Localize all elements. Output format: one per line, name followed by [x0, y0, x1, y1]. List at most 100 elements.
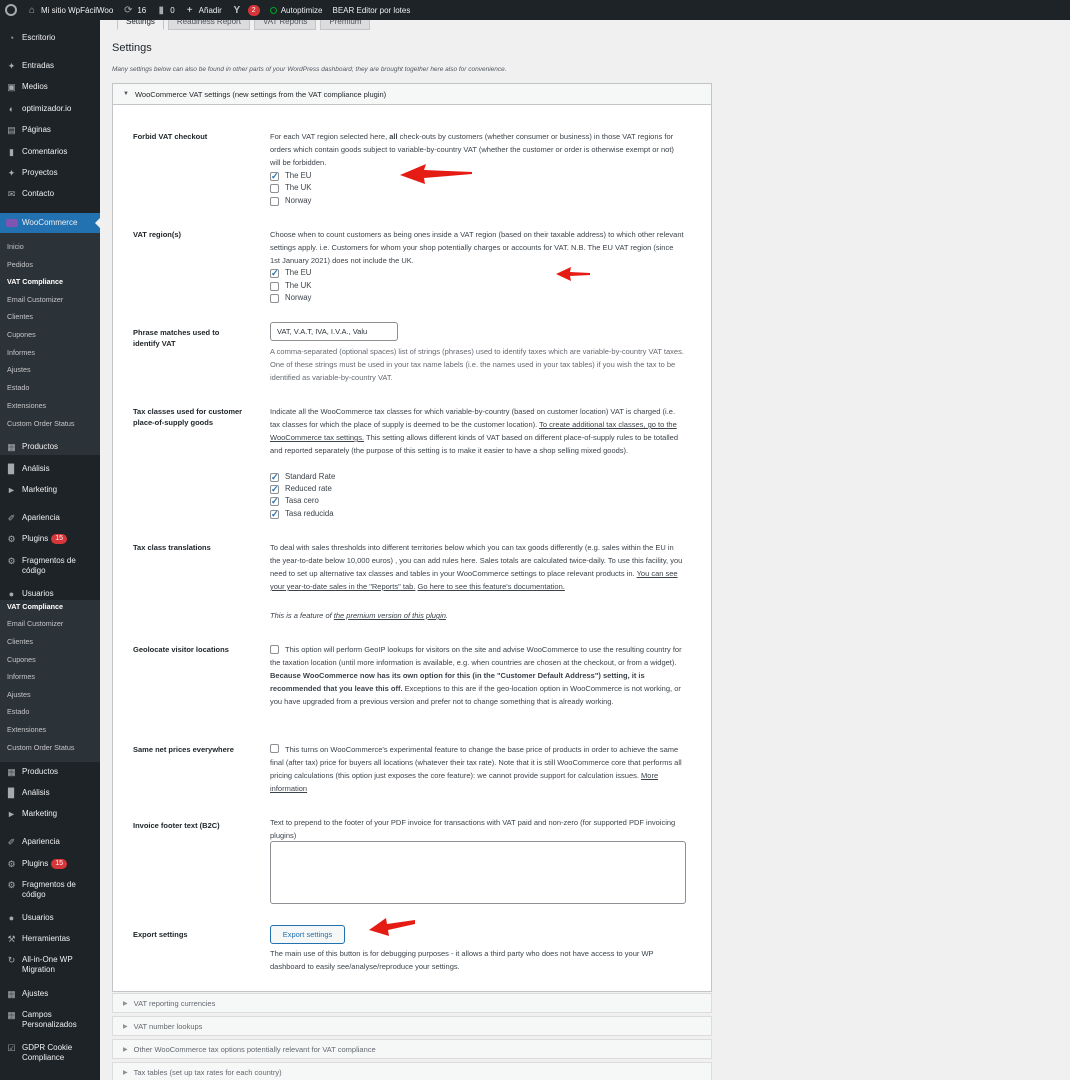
checkbox-label: The UK: [285, 183, 312, 192]
new-content-link[interactable]: + Añadir: [180, 0, 227, 20]
admin-sidebar: ◔ Escritorio ✦ Entradas ▣ Medios ◐ optimizad…: [0, 20, 100, 1080]
comments-link[interactable]: ▮ 0: [151, 0, 179, 20]
sidebar-item-fragmentos-2[interactable]: ⚙ Fragmentos de código: [0, 880, 100, 900]
section-vat-number-lookups[interactable]: ▶ VAT number lookups: [112, 1016, 712, 1036]
sidebar-label: Apariencia: [22, 837, 60, 846]
export-settings-button[interactable]: Export settings: [270, 925, 345, 944]
submenu-item[interactable]: Custom Order Status: [7, 419, 75, 428]
checkbox[interactable]: [270, 508, 279, 520]
sidebar-item-escritorio[interactable]: ◔ Escritorio: [0, 33, 100, 43]
section-other-tax-options[interactable]: ▶ Other WooCommerce tax options potential…: [112, 1039, 712, 1059]
submenu-item[interactable]: Informes: [7, 348, 35, 357]
checkbox-icon: ☑: [7, 1043, 16, 1053]
submenu-item[interactable]: Custom Order Status: [7, 743, 75, 752]
yoast-icon: Y: [233, 4, 241, 16]
forbid-eu-checkbox[interactable]: The EU: [270, 170, 311, 182]
submenu-item[interactable]: Clientes: [7, 312, 33, 321]
vat-region-description: Choose when to count customers as being …: [270, 230, 684, 265]
sidebar-item-fragmentos[interactable]: ⚙ Fragmentos de código: [0, 556, 100, 576]
checkbox[interactable]: [270, 483, 279, 495]
standard-rate-checkbox[interactable]: Standard Rate: [270, 471, 335, 483]
reduced-rate-checkbox[interactable]: Reduced rate: [270, 483, 332, 495]
bear-label: BEAR Editor por lotes: [332, 5, 411, 15]
sidebar-item-productos[interactable]: ▦ Productos: [0, 442, 100, 452]
sidebar-item-woocommerce[interactable]: WooCommerce: [0, 213, 100, 233]
premium-link[interactable]: the premium version of this plugin: [334, 611, 446, 620]
submenu-item[interactable]: Ajustes: [7, 690, 31, 699]
bear-link[interactable]: BEAR Editor por lotes: [328, 0, 416, 20]
submenu-item[interactable]: Cupones: [7, 655, 36, 664]
section-tax-tables[interactable]: ▶ Tax tables (set up tax rates for each c…: [112, 1062, 712, 1080]
submenu-item[interactable]: Email Customizer: [7, 295, 63, 304]
sidebar-label: Ajustes: [22, 989, 49, 998]
sidebar-item-entradas[interactable]: ✦ Entradas: [0, 61, 100, 71]
sidebar-item-marketing-2[interactable]: ► Marketing: [0, 809, 100, 819]
checkbox[interactable]: [270, 495, 279, 507]
checkbox[interactable]: [270, 471, 279, 483]
submenu-item[interactable]: Informes: [7, 672, 35, 681]
site-name-link[interactable]: ⌂ Mi sitio WpFácilWoo: [22, 0, 118, 20]
sidebar-item-proyectos[interactable]: ✦ Proyectos: [0, 168, 100, 178]
invoice-footer-textarea[interactable]: [270, 841, 686, 904]
region-eu-checkbox[interactable]: The EU: [270, 267, 311, 279]
sidebar-item-gdpr[interactable]: ☑ GDPR Cookie Compliance: [0, 1043, 100, 1063]
submenu-item[interactable]: Estado: [7, 707, 29, 716]
sidebar-item-productos-2[interactable]: ▦ Productos: [0, 767, 100, 777]
sidebar-item-analisis[interactable]: ▉ Análisis: [0, 464, 100, 474]
yoast-link[interactable]: Y2: [227, 0, 265, 20]
sidebar-item-campos[interactable]: ▦ Campos Personalizados: [0, 1010, 100, 1030]
documentation-link[interactable]: Go here to see this feature's documentat…: [418, 582, 565, 591]
checkbox[interactable]: [270, 196, 279, 206]
sidebar-item-analisis-2[interactable]: ▉ Análisis: [0, 788, 100, 798]
submenu-item[interactable]: Email Customizer: [7, 619, 63, 628]
checkbox[interactable]: [270, 293, 279, 303]
checkbox[interactable]: [270, 281, 279, 291]
sidebar-label: optimizador.io: [22, 104, 72, 113]
annotation-arrow: [400, 164, 472, 184]
annotation-arrow: [369, 918, 415, 936]
wordpress-logo-icon[interactable]: [0, 0, 22, 20]
submenu-item-active[interactable]: VAT Compliance: [7, 602, 63, 611]
sidebar-item-comentarios[interactable]: ▮ Comentarios: [0, 147, 100, 157]
submenu-item[interactable]: Extensiones: [7, 401, 46, 410]
sidebar-item-herramientas[interactable]: ⚒ Herramientas: [0, 934, 100, 944]
submenu-item[interactable]: Ajustes: [7, 365, 31, 374]
tasa-cero-checkbox[interactable]: Tasa cero: [270, 495, 319, 507]
section-vat-reporting-currencies[interactable]: ▶ VAT reporting currencies: [112, 993, 712, 1013]
submenu-item[interactable]: Pedidos: [7, 260, 33, 269]
submenu-item[interactable]: Cupones: [7, 330, 36, 339]
autoptimize-link[interactable]: Autoptimize: [265, 0, 328, 20]
sidebar-item-medios[interactable]: ▣ Medios: [0, 82, 100, 92]
sidebar-item-apariencia-2[interactable]: ✐ Apariencia: [0, 837, 100, 847]
megaphone-icon: ►: [7, 485, 16, 495]
submenu-item[interactable]: Inicio: [7, 242, 24, 251]
sidebar-item-usuarios[interactable]: ● Usuarios: [0, 589, 100, 599]
intro-text: Many settings below can also be found in…: [112, 66, 507, 73]
submenu-item-active[interactable]: VAT Compliance: [7, 277, 63, 286]
sidebar-item-ajustes[interactable]: ▦ Ajustes: [0, 989, 100, 999]
submenu-item[interactable]: Clientes: [7, 637, 33, 646]
forbid-norway-checkbox[interactable]: Norway: [270, 195, 311, 207]
checkbox[interactable]: [270, 170, 279, 182]
sidebar-item-migration[interactable]: ↻ All-in-One WP Migration: [0, 955, 100, 975]
sidebar-item-plugins[interactable]: ⚙ Plugins 15: [0, 534, 100, 544]
sidebar-item-contacto[interactable]: ✉ Contacto: [0, 189, 100, 199]
submenu-item[interactable]: Extensiones: [7, 725, 46, 734]
sidebar-item-optimizador[interactable]: ◐ optimizador.io: [0, 104, 100, 114]
region-norway-checkbox[interactable]: Norway: [270, 292, 311, 304]
forbid-uk-checkbox[interactable]: The UK: [270, 182, 311, 194]
sidebar-item-usuarios-2[interactable]: ● Usuarios: [0, 913, 100, 923]
sidebar-item-paginas[interactable]: ▤ Páginas: [0, 125, 100, 135]
phrase-matches-input[interactable]: [270, 322, 398, 341]
submenu-item[interactable]: Estado: [7, 383, 29, 392]
tasa-reducida-checkbox[interactable]: Tasa reducida: [270, 508, 334, 520]
checkbox[interactable]: [270, 183, 279, 193]
updates-link[interactable]: ⟳ 16: [118, 0, 151, 20]
checkbox[interactable]: [270, 267, 279, 279]
sidebar-item-marketing[interactable]: ► Marketing: [0, 485, 100, 495]
panel-header[interactable]: ▼ WooCommerce VAT settings (new settings …: [113, 84, 711, 105]
vat-region-label: VAT region(s): [133, 230, 182, 239]
region-uk-checkbox[interactable]: The UK: [270, 280, 311, 292]
sidebar-item-plugins-2[interactable]: ⚙ Plugins 15: [0, 859, 100, 869]
sidebar-item-apariencia[interactable]: ✐ Apariencia: [0, 513, 100, 523]
